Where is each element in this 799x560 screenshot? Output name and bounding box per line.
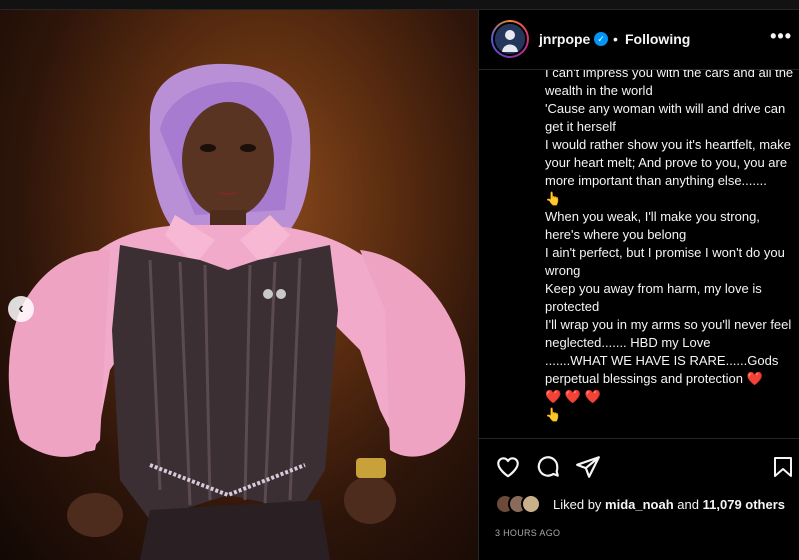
- caption-line: ❤️ ❤️ ❤️: [545, 389, 601, 404]
- header-separator: •: [613, 31, 618, 47]
- verified-badge-icon: ✓: [594, 32, 608, 46]
- likes-prefix: Liked by: [553, 497, 602, 512]
- post-timestamp[interactable]: 3 HOURS AGO: [495, 528, 560, 538]
- avatar-image: [495, 24, 525, 54]
- top-bar: [0, 0, 799, 10]
- caption-line: .......WHAT WE HAVE IS RARE......Gods pe…: [545, 353, 779, 386]
- caption-line: I ain't perfect, but I promise I won't d…: [545, 245, 785, 278]
- likes-count-link[interactable]: 11,079 others: [703, 497, 785, 512]
- caption-line: When you weak, I'll make you strong, her…: [545, 209, 760, 242]
- post-side-panel: jnrpope ✓ • Following ••• I can't impres…: [478, 10, 799, 560]
- save-bookmark-icon[interactable]: [771, 454, 795, 480]
- caption-line: I'll wrap you in my arms so you'll never…: [545, 317, 792, 350]
- likes-row: Liked by mida_noah and 11,079 others: [495, 494, 795, 516]
- post-photo[interactable]: ‹: [0, 10, 478, 560]
- caption-line: 'Cause any woman with will and drive can…: [545, 101, 786, 134]
- comment-icon[interactable]: [535, 454, 561, 480]
- more-options-icon[interactable]: •••: [770, 26, 792, 47]
- avatar[interactable]: [493, 22, 527, 56]
- caption-body: I can't impress you with the cars and al…: [545, 70, 795, 424]
- like-heart-icon[interactable]: [495, 454, 521, 480]
- likes-summary: Liked by mida_noah and 11,079 others: [553, 497, 785, 512]
- caption-line: 👆: [545, 191, 562, 206]
- caption-line: I would rather show you it's heartfelt, …: [545, 137, 791, 188]
- portrait-image: [8, 63, 466, 560]
- following-button[interactable]: Following: [625, 31, 690, 47]
- liker-avatar[interactable]: [521, 494, 541, 514]
- avatar-ring[interactable]: [491, 20, 529, 58]
- caption-line: 👆: [545, 407, 562, 422]
- caption-line: Keep you away from harm, my love is prot…: [545, 281, 762, 314]
- previous-image-button[interactable]: ‹: [8, 296, 34, 322]
- liker-username-link[interactable]: mida_noah: [605, 497, 674, 512]
- chevron-left-icon: ‹: [18, 300, 24, 317]
- share-icon[interactable]: [575, 454, 601, 480]
- post-caption: I can't impress you with the cars and al…: [545, 70, 795, 436]
- username-link[interactable]: jnrpope: [539, 31, 590, 47]
- likes-joiner: and: [677, 497, 699, 512]
- divider: [479, 438, 799, 439]
- caption-line: I can't impress you with the cars and al…: [545, 70, 794, 98]
- post-header: jnrpope ✓ • Following •••: [479, 10, 799, 70]
